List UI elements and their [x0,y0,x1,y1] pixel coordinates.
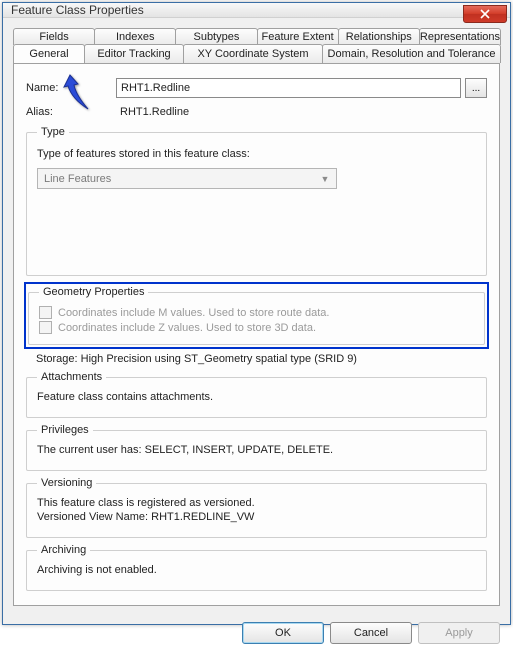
archiving-group: Archiving Archiving is not enabled. [26,544,487,591]
tab-domain-resolution-tolerance[interactable]: Domain, Resolution and Tolerance [322,44,501,63]
feature-type-combo[interactable]: Line Features ▼ [37,168,337,189]
alias-value: RHT1.Redline [116,104,193,120]
tab-feature-extent[interactable]: Feature Extent [257,28,339,45]
attachments-line: Feature class contains attachments. [37,391,476,403]
privileges-group: Privileges The current user has: SELECT,… [26,424,487,471]
name-label: Name: [26,82,116,94]
storage-line: Storage: High Precision using ST_Geometr… [26,353,487,365]
geometry-highlight: Geometry Properties Coordinates include … [24,282,489,349]
archiving-line: Archiving is not enabled. [37,564,476,576]
chevron-down-icon: ▼ [318,174,332,184]
archiving-legend: Archiving [37,544,90,556]
tab-panel-general: Name: ... Alias: RHT1.Redline Type Type … [13,63,500,606]
versioning-line1: This feature class is registered as vers… [37,497,476,509]
tab-editor-tracking[interactable]: Editor Tracking [84,44,184,63]
privileges-line: The current user has: SELECT, INSERT, UP… [37,444,476,456]
versioning-line2: Versioned View Name: RHT1.REDLINE_VW [37,511,476,523]
tab-fields[interactable]: Fields [13,28,95,45]
geometry-group: Geometry Properties Coordinates include … [28,286,485,345]
dialog-window: Feature Class Properties Fields Indexes … [2,2,511,625]
tab-strip: Fields Indexes Subtypes Feature Extent R… [13,28,500,64]
type-caption: Type of features stored in this feature … [37,148,476,160]
close-icon [480,9,490,19]
feature-type-value: Line Features [44,173,111,185]
tab-indexes[interactable]: Indexes [94,28,176,45]
attachments-group: Attachments Feature class contains attac… [26,371,487,418]
content-area: Fields Indexes Subtypes Feature Extent R… [3,18,510,614]
close-button[interactable] [463,5,507,23]
type-legend: Type [37,126,69,138]
tab-general[interactable]: General [13,44,85,63]
button-bar: OK Cancel Apply [3,614,510,654]
versioning-legend: Versioning [37,477,96,489]
z-values-label: Coordinates include Z values. Used to st… [58,322,316,334]
cancel-button[interactable]: Cancel [330,622,412,644]
type-group: Type Type of features stored in this fea… [26,126,487,276]
window-title: Feature Class Properties [11,3,144,17]
tab-subtypes[interactable]: Subtypes [175,28,257,45]
browse-button[interactable]: ... [465,78,487,98]
z-values-checkbox[interactable] [39,321,52,334]
name-input[interactable] [116,78,461,98]
ok-button[interactable]: OK [242,622,324,644]
versioning-group: Versioning This feature class is registe… [26,477,487,538]
geometry-legend: Geometry Properties [39,286,148,298]
m-values-checkbox[interactable] [39,306,52,319]
m-values-label: Coordinates include M values. Used to st… [58,307,329,319]
alias-label: Alias: [26,106,116,118]
tab-representations[interactable]: Representations [419,28,501,45]
titlebar: Feature Class Properties [3,3,510,18]
attachments-legend: Attachments [37,371,106,383]
apply-button: Apply [418,622,500,644]
tab-relationships[interactable]: Relationships [338,28,420,45]
tab-xy-coordinate-system[interactable]: XY Coordinate System [183,44,323,63]
privileges-legend: Privileges [37,424,93,436]
